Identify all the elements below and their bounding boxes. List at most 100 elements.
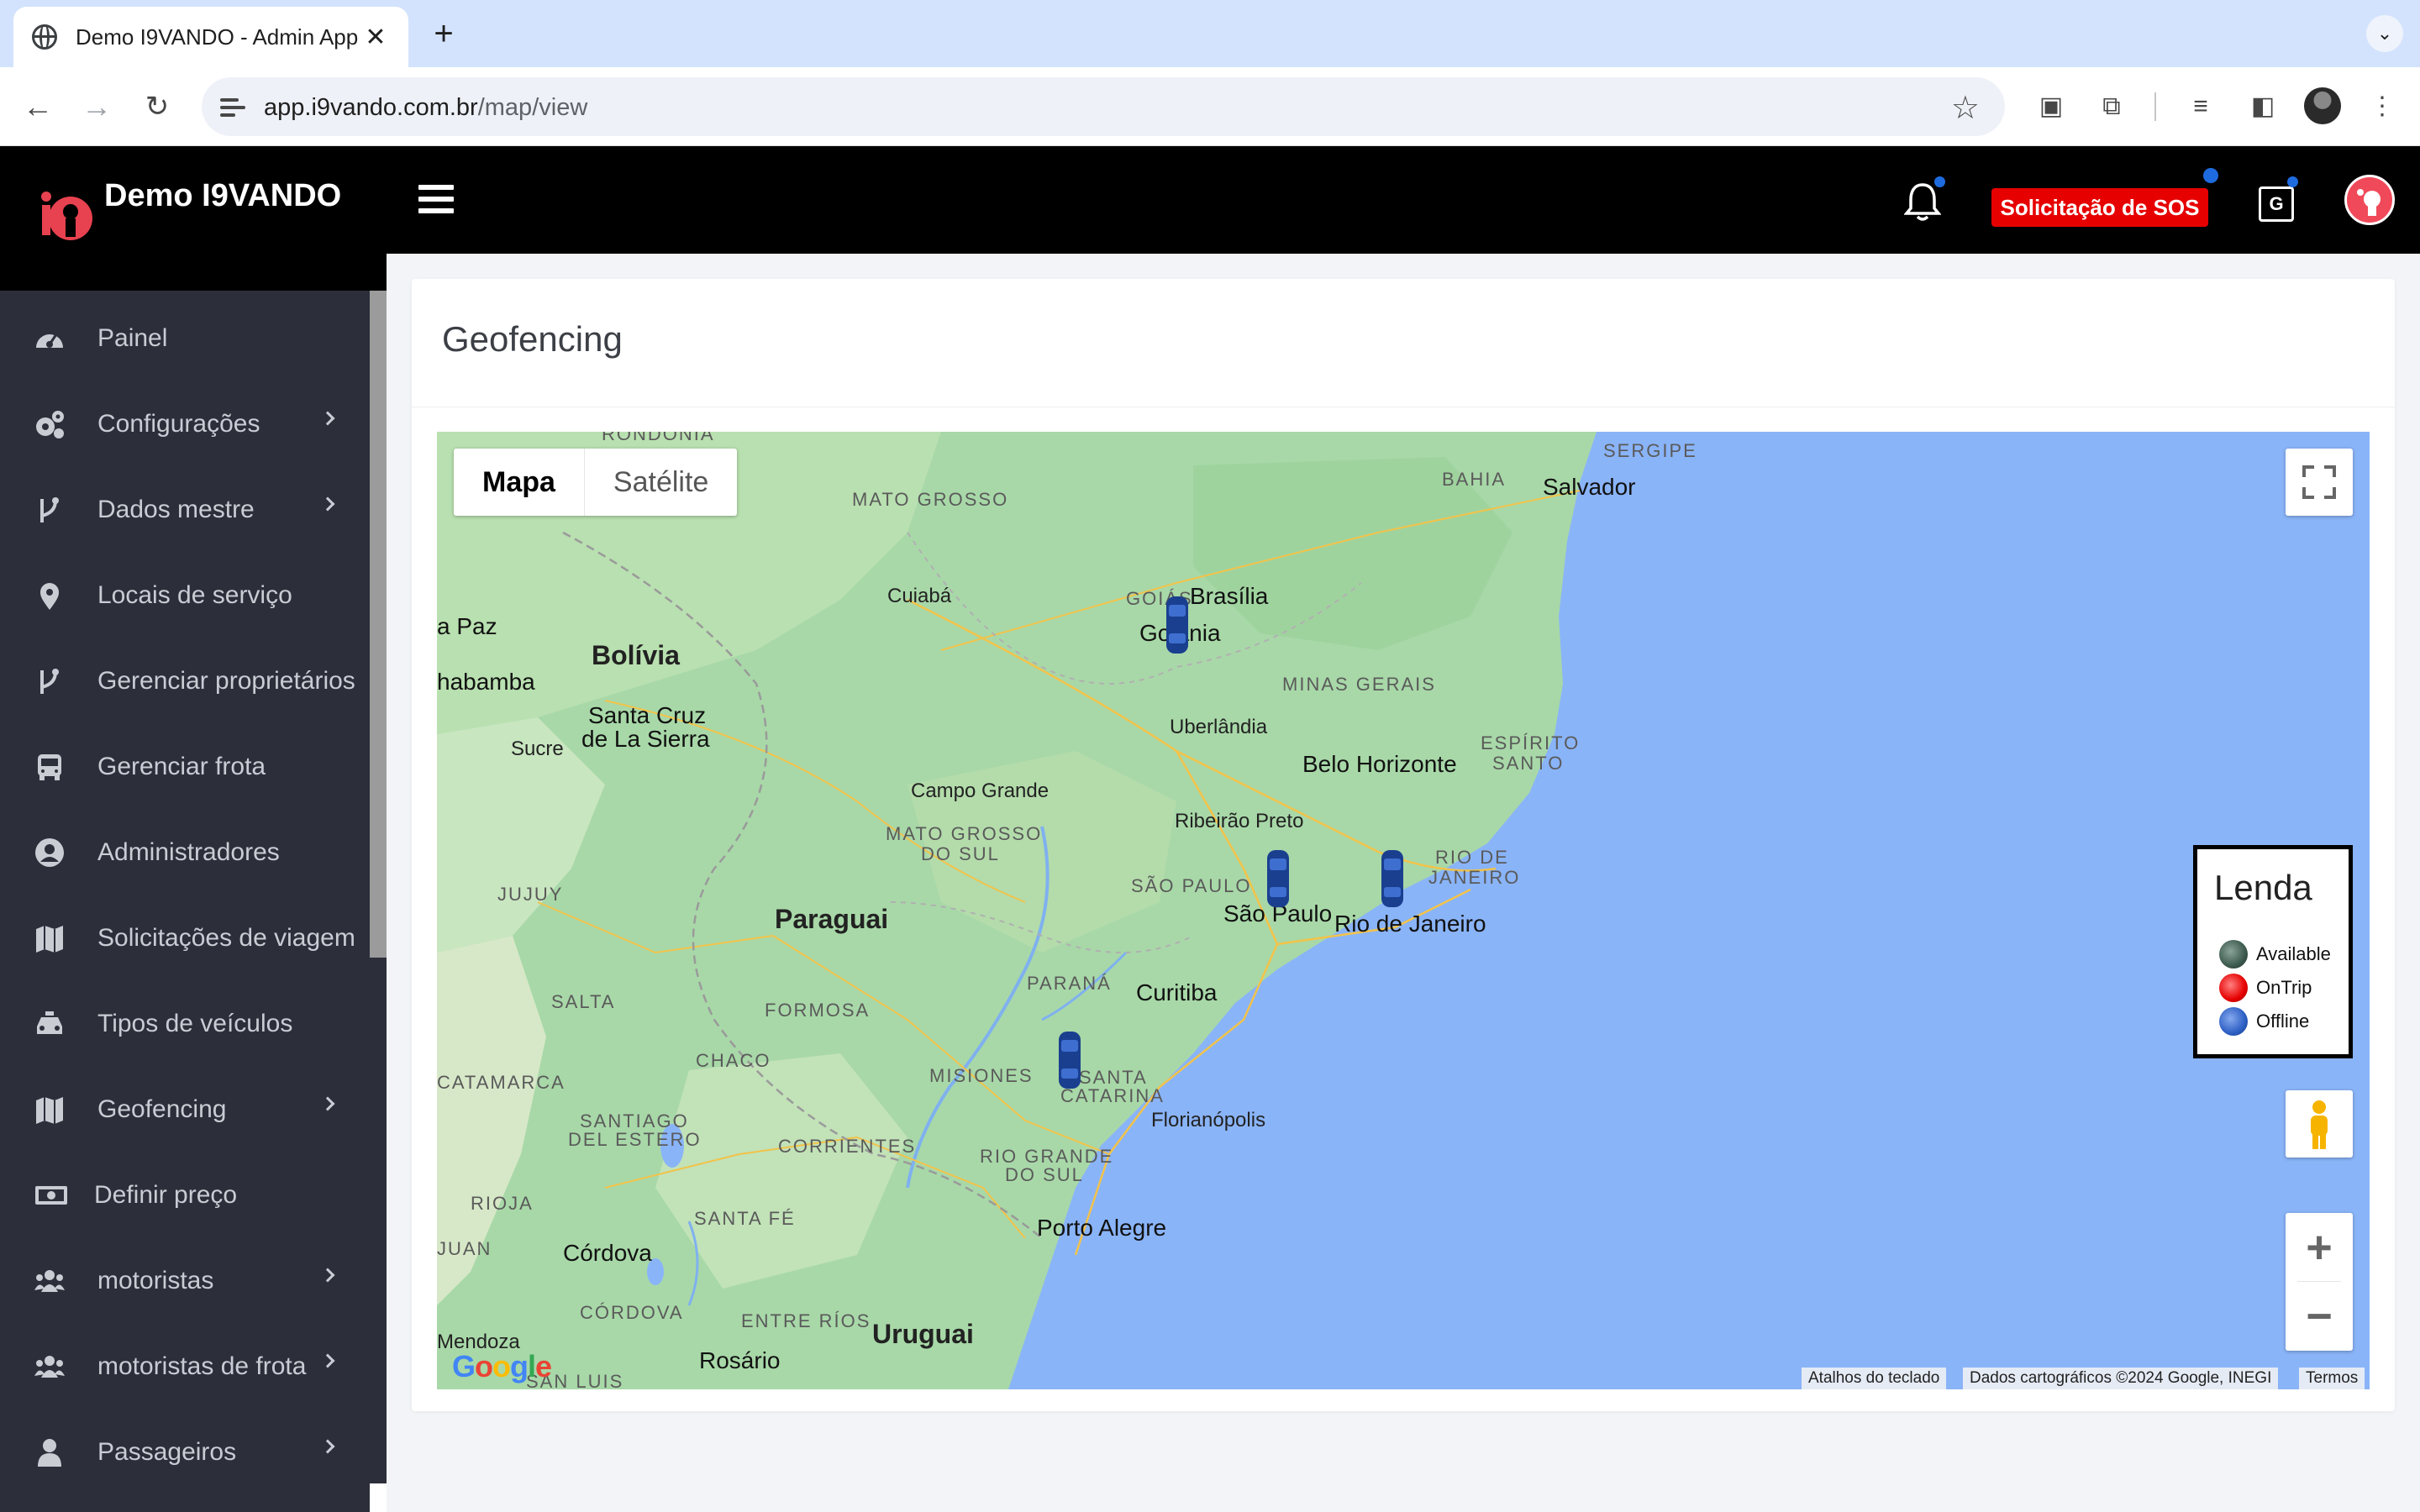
browser-profile-avatar[interactable]: [2304, 87, 2341, 124]
browser-tabstrip: Demo I9VANDO - Admin App ✕ + ⌄: [0, 0, 2420, 67]
user-avatar[interactable]: [2344, 175, 2395, 225]
money-icon: [34, 1179, 69, 1211]
map-label-minas-gerais: MINAS GERAIS: [1282, 674, 1436, 695]
map-label-campo-grande: Campo Grande: [911, 780, 1050, 802]
back-arrow-icon[interactable]: ←: [18, 87, 57, 126]
site-settings-icon[interactable]: [220, 94, 245, 119]
sidebar-item-tipos-de-veiculos[interactable]: Tipos de veículos: [0, 981, 370, 1067]
user-icon: [34, 1436, 66, 1468]
map-label-espirito-santo-2: SANTO: [1492, 753, 1565, 774]
zoom-out-button[interactable]: −: [2286, 1282, 2353, 1351]
sidebar-item-label: Configurações: [97, 410, 260, 438]
browser-menu-icon[interactable]: ⋮: [2363, 87, 2402, 126]
pegman-icon: [2311, 1100, 2328, 1149]
sidebar-item-configuracoes[interactable]: Configurações: [0, 381, 370, 467]
map-label-de-la-sierra: de La Sierra: [581, 726, 710, 752]
extensions-icon[interactable]: ⧉: [2092, 87, 2131, 126]
chevron-right-icon: [320, 1268, 335, 1283]
sidebar-item-label: Tipos de veículos: [97, 1010, 293, 1037]
sidebar-item-motoristas-de-frota[interactable]: motoristas de frota: [0, 1324, 370, 1410]
browser-toolbar: ← → ↻ app.i9vando.com.br/map/view ☆ ▣ ⧉ …: [0, 67, 2420, 146]
address-bar[interactable]: app.i9vando.com.br/map/view ☆: [202, 77, 2005, 136]
user-circle-icon: [34, 837, 66, 869]
sidebar-scrollbar-track-end: [370, 1483, 387, 1512]
google-logo[interactable]: Google: [452, 1349, 552, 1384]
sidebar-item-label: Dados mestre: [97, 496, 255, 523]
sidebar-item-gerenciar-frota[interactable]: Gerenciar frota: [0, 724, 370, 810]
globe-icon: [32, 24, 57, 50]
zoom-in-button[interactable]: +: [2286, 1213, 2353, 1282]
vehicle-marker-offline[interactable]: [1380, 848, 1405, 909]
users-icon: [34, 1351, 66, 1383]
map-label-rio-de-janeiro-state-2: JANEIRO: [1428, 867, 1521, 888]
sidebar-logo-area: [0, 254, 387, 291]
sos-requests-button[interactable]: Solicitação de SOS: [1991, 188, 2208, 227]
sidebar-item-solicitacoes-de-viagem[interactable]: Solicitações de viagem: [0, 895, 370, 981]
cast-icon[interactable]: ▣: [2032, 87, 2070, 126]
map-label-uberlandia: Uberlândia: [1170, 716, 1268, 738]
browser-tab[interactable]: Demo I9VANDO - Admin App ✕: [13, 7, 408, 67]
legend-title: Lenda: [2214, 868, 2312, 907]
map-label-cuiaba: Cuiabá: [887, 585, 952, 607]
fullscreen-corner: [2302, 487, 2314, 499]
sidebar-item-motoristas[interactable]: motoristas: [0, 1238, 370, 1324]
map-label-corrientes: CORRIENTES: [778, 1136, 917, 1157]
notification-bell-icon[interactable]: [1904, 181, 1941, 222]
map-label-rosario: Rosário: [699, 1347, 781, 1373]
sidebar-item-painel[interactable]: Painel: [0, 296, 370, 381]
side-panel-icon[interactable]: ◧: [2244, 87, 2282, 126]
zoom-control: + −: [2286, 1213, 2353, 1351]
ontrip-status-icon: [2219, 974, 2248, 1002]
map-label-sao-paulo-state: SÃO PAULO: [1131, 875, 1252, 896]
sidebar-item-definir-preco[interactable]: Definir preço: [0, 1152, 370, 1238]
sidebar-item-dados-mestre[interactable]: Dados mestre: [0, 467, 370, 553]
reload-icon[interactable]: ↻: [138, 87, 176, 126]
sidebar-item-label: motoristas: [97, 1267, 214, 1294]
legend-label: Offline: [2256, 1011, 2310, 1032]
chevron-right-icon: [320, 496, 335, 512]
map-label-santiago-del-estero-2: DEL ESTERO: [568, 1129, 702, 1150]
vehicle-marker-offline[interactable]: [1057, 1030, 1082, 1090]
map-label-sergipe: SERGIPE: [1603, 440, 1697, 461]
toolbar-divider: [2154, 92, 2156, 121]
vehicle-marker-offline[interactable]: [1165, 595, 1190, 655]
new-tab-button[interactable]: +: [425, 15, 462, 52]
map-label-formosa: FORMOSA: [765, 1000, 871, 1021]
map-data-attribution: Dados cartográficos ©2024 Google, INEGI: [1963, 1368, 2279, 1389]
map-label-mato-grosso-do-sul-2: DO SUL: [921, 843, 1000, 864]
map-label-bahia: BAHIA: [1442, 469, 1507, 490]
map-label-uruguai: Uruguai: [872, 1319, 974, 1349]
sidebar-item-passageiros[interactable]: Passageiros: [0, 1410, 370, 1495]
sidebar-item-administradores[interactable]: Administradores: [0, 810, 370, 895]
sidebar-scrollbar[interactable]: [370, 291, 387, 958]
forward-arrow-icon[interactable]: →: [77, 87, 116, 126]
branch-icon: [34, 665, 66, 697]
page-title: Geofencing: [442, 319, 623, 359]
vehicle-marker-offline[interactable]: [1265, 848, 1291, 909]
map-label-brasilia: Brasília: [1190, 583, 1269, 609]
legend-item-ontrip: OnTrip: [2219, 974, 2312, 1002]
hamburger-menu-icon[interactable]: [418, 185, 454, 213]
sidebar-item-locais-de-servico[interactable]: Locais de serviço: [0, 553, 370, 638]
map-type-map-button[interactable]: Mapa: [454, 449, 584, 516]
sidebar-item-label: Gerenciar frota: [97, 753, 266, 780]
sidebar-item-geofencing[interactable]: Geofencing: [0, 1067, 370, 1152]
terms-link[interactable]: Termos: [2299, 1368, 2365, 1389]
map-label-san-juan: JUAN: [437, 1238, 492, 1259]
media-control-icon[interactable]: ≡: [2181, 87, 2220, 126]
avatar-logo-icon: [2357, 189, 2381, 216]
bookmark-star-icon[interactable]: ☆: [1951, 89, 1980, 127]
map-type-satellite-button[interactable]: Satélite: [585, 449, 737, 516]
sidebar-item-label: Gerenciar proprietários: [97, 667, 355, 695]
sidebar-item-gerenciar-proprietarios[interactable]: Gerenciar proprietários: [0, 638, 370, 724]
street-view-pegman-button[interactable]: [2286, 1090, 2353, 1158]
translate-icon[interactable]: G: [2259, 186, 2294, 222]
geofencing-map[interactable]: RONDÔNIA MATO GROSSO BAHIA SERGIPE Salva…: [437, 432, 2370, 1389]
tab-search-button[interactable]: ⌄: [2366, 15, 2403, 52]
taxi-icon: [34, 1008, 66, 1040]
url-text[interactable]: app.i9vando.com.br/map/view: [264, 94, 587, 122]
fullscreen-button[interactable]: [2286, 449, 2353, 516]
keyboard-shortcuts-link[interactable]: Atalhos do teclado: [1802, 1368, 1947, 1389]
tab-close-icon[interactable]: ✕: [361, 23, 390, 52]
map-label-florianopolis: Florianópolis: [1151, 1109, 1266, 1131]
